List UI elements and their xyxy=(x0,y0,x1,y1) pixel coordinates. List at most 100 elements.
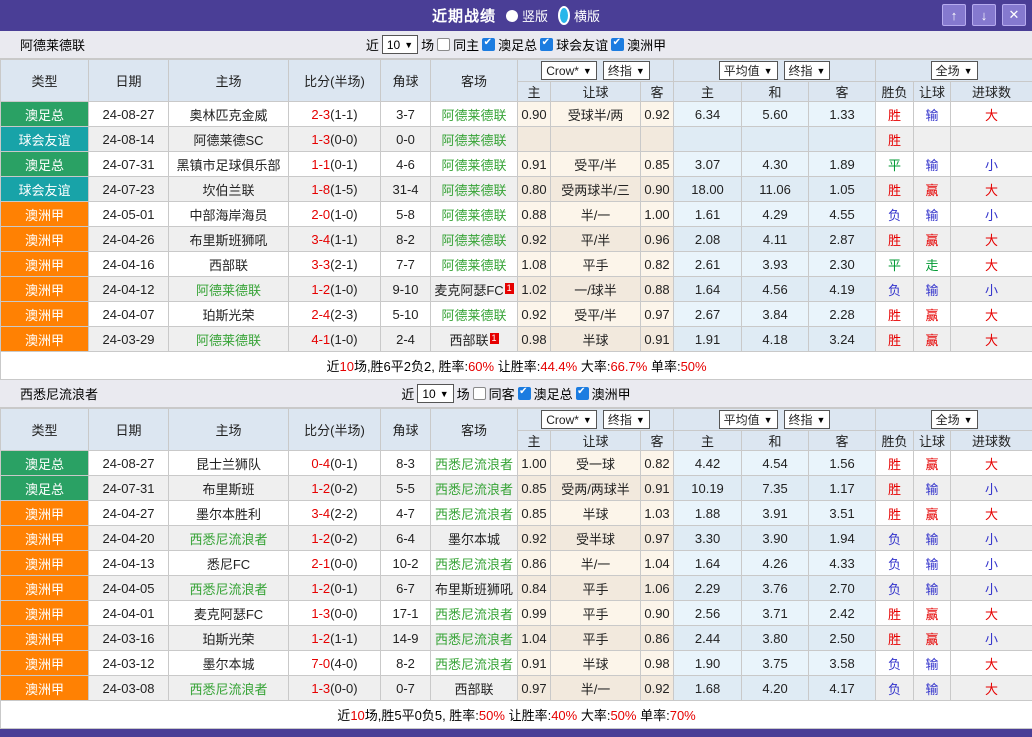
fulltime-score: 1-3 xyxy=(311,132,330,147)
league-checkbox[interactable] xyxy=(611,38,624,51)
score: 1-1(0-1) xyxy=(289,152,381,177)
away-team: 西悉尼流浪者 xyxy=(431,501,518,526)
avg-home-odds: 2.56 xyxy=(674,601,742,626)
result-outcome: 负 xyxy=(876,277,914,302)
move-down-button[interactable]: ↓ xyxy=(972,4,996,26)
result-handicap: 输 xyxy=(914,202,951,227)
match-filter: 近10▼场同客澳足总澳洲甲 xyxy=(401,384,630,403)
same-venue-checkbox[interactable] xyxy=(473,387,486,400)
avg-away-odds: 4.33 xyxy=(809,551,876,576)
score: 1-2(1-1) xyxy=(289,626,381,651)
result-outcome: 负 xyxy=(876,676,914,701)
summary-segment: 大率: xyxy=(577,708,610,723)
summary-segment: 让胜率: xyxy=(505,708,551,723)
handicap-home-odds: 0.91 xyxy=(518,152,551,177)
league-checkbox[interactable] xyxy=(518,387,531,400)
league-badge: 澳洲甲 xyxy=(1,501,89,526)
corners: 10-2 xyxy=(381,551,431,576)
away-team: 西悉尼流浪者 xyxy=(431,601,518,626)
result-goals: 大 xyxy=(951,501,1032,526)
result-goals: 小 xyxy=(951,626,1032,651)
summary-segment: 50% xyxy=(479,708,505,723)
avg-odds-select[interactable]: 平均值▼ xyxy=(719,410,778,429)
avg-stage-select[interactable]: 终指▼ xyxy=(784,410,831,429)
result-outcome: 负 xyxy=(876,526,914,551)
league-checkbox[interactable] xyxy=(540,38,553,51)
result-goals: 大 xyxy=(951,252,1032,277)
same-venue-checkbox[interactable] xyxy=(437,38,450,51)
score: 1-3(0-0) xyxy=(289,127,381,152)
fulltime-score: 1-1 xyxy=(311,157,330,172)
halftime-score: (1-1) xyxy=(330,107,357,122)
result-goals: 小 xyxy=(951,576,1032,601)
table-row: 澳洲甲24-05-01中部海岸海员2-0(1-0)5-8阿德莱德联0.88半/一… xyxy=(1,202,1032,227)
score: 3-4(2-2) xyxy=(289,501,381,526)
result-handicap xyxy=(914,127,951,152)
score: 4-1(1-0) xyxy=(289,327,381,352)
result-goals: 大 xyxy=(951,302,1032,327)
handicap-home-odds: 0.86 xyxy=(518,551,551,576)
result-outcome: 胜 xyxy=(876,501,914,526)
home-team-name: 墨尔本城 xyxy=(202,657,254,672)
subcol-handicap: 让球 xyxy=(551,431,641,451)
handicap-line: 受平/半 xyxy=(551,152,641,177)
layout-radio-vertical[interactable]: 竖版 xyxy=(506,6,548,25)
close-button[interactable]: ✕ xyxy=(1002,4,1026,26)
red-card-badge: 1 xyxy=(505,283,514,294)
handicap-home-odds: 1.04 xyxy=(518,626,551,651)
result-handicap: 走 xyxy=(914,252,951,277)
filter-games-label: 场 xyxy=(421,35,434,54)
recent-count-select[interactable]: 10▼ xyxy=(417,384,453,403)
home-team-name: 黑镇市足球俱乐部 xyxy=(176,158,280,173)
move-up-button[interactable]: ↑ xyxy=(942,4,966,26)
odds-company-select[interactable]: Crow*▼ xyxy=(541,61,597,80)
avg-away-odds: 1.17 xyxy=(809,476,876,501)
handicap-line: 受一球 xyxy=(551,451,641,476)
handicap-home-odds: 0.88 xyxy=(518,202,551,227)
result-goals xyxy=(951,127,1032,152)
panel-title: 近期战绩 xyxy=(432,5,496,26)
handicap-line: 受球半/两 xyxy=(551,102,641,127)
subcol-avg-away: 客 xyxy=(809,82,876,102)
avg-home-odds: 2.29 xyxy=(674,576,742,601)
match-date: 24-03-16 xyxy=(89,626,169,651)
odds-stage-select[interactable]: 终指▼ xyxy=(603,61,650,80)
subcol-avg-away: 客 xyxy=(809,431,876,451)
league-checkbox[interactable] xyxy=(576,387,589,400)
result-outcome: 胜 xyxy=(876,327,914,352)
handicap-line: 受两/两球半 xyxy=(551,476,641,501)
league-badge: 澳洲甲 xyxy=(1,302,89,327)
result-outcome: 胜 xyxy=(876,127,914,152)
matches-table-2: 类型 日期 主场 比分(半场) 角球 客场 Crow*▼ 终指▼ 平均值▼ 终指… xyxy=(0,408,1032,729)
arrow-up-icon: ↑ xyxy=(951,8,958,23)
period-select[interactable]: 全场▼ xyxy=(931,61,978,80)
result-outcome: 胜 xyxy=(876,451,914,476)
table-row: 澳洲甲24-04-27墨尔本胜利3-4(2-2)4-7西悉尼流浪者0.85半球1… xyxy=(1,501,1032,526)
period-select[interactable]: 全场▼ xyxy=(931,410,978,429)
halftime-score: (0-0) xyxy=(330,606,357,621)
league-checkbox[interactable] xyxy=(482,38,495,51)
result-goals: 小 xyxy=(951,476,1032,501)
result-outcome: 负 xyxy=(876,651,914,676)
layout-radio-horizontal[interactable]: 横版 xyxy=(558,6,600,25)
handicap-home-odds: 0.85 xyxy=(518,476,551,501)
handicap-line xyxy=(551,127,641,152)
avg-odds-select[interactable]: 平均值▼ xyxy=(719,61,778,80)
subcol-home-odds: 主 xyxy=(518,82,551,102)
odds-company-select[interactable]: Crow*▼ xyxy=(541,410,597,429)
away-team-name: 西悉尼流浪者 xyxy=(435,607,513,622)
subcol-avg-home: 主 xyxy=(674,431,742,451)
avg-stage-select[interactable]: 终指▼ xyxy=(784,61,831,80)
halftime-score: (1-1) xyxy=(330,232,357,247)
league-checkbox-label: 澳洲甲 xyxy=(627,35,666,54)
league-badge: 澳洲甲 xyxy=(1,576,89,601)
recent-count-value: 10 xyxy=(387,38,400,52)
fulltime-score: 3-4 xyxy=(311,232,330,247)
table-row: 澳洲甲24-04-12阿德莱德联1-2(1-0)9-10麦克阿瑟FC11.02一… xyxy=(1,277,1032,302)
odds-stage-select[interactable]: 终指▼ xyxy=(603,410,650,429)
result-outcome: 负 xyxy=(876,551,914,576)
avg-draw-odds: 4.29 xyxy=(742,202,809,227)
result-handicap: 赢 xyxy=(914,601,951,626)
away-team: 阿德莱德联 xyxy=(431,152,518,177)
recent-count-select[interactable]: 10▼ xyxy=(382,35,418,54)
